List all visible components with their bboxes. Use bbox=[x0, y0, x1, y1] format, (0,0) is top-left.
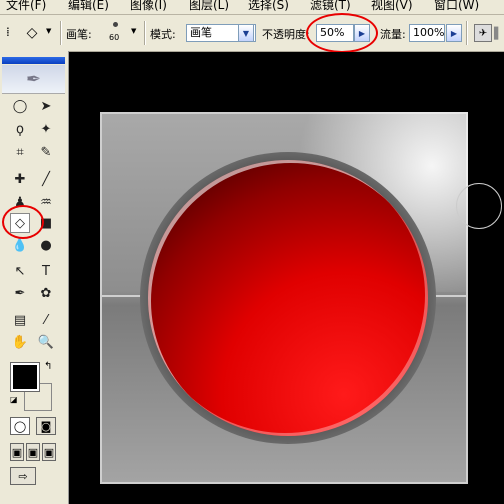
marquee-icon[interactable]: ◯ bbox=[10, 96, 30, 116]
feather-logo-icon: ✒ bbox=[2, 65, 65, 94]
toolbox: ✒ ◯ ➤ ϙ ✦ ⌗ ✎ ✚ ╱ ♟ ♒ ◇ ■ 💧 ● ↖ T ✒ ✿ ▤ … bbox=[0, 51, 69, 504]
brush-tip-icon bbox=[113, 22, 118, 27]
flow-slider-icon[interactable]: ▶ bbox=[446, 24, 462, 42]
mode-label: 模式: bbox=[150, 28, 176, 41]
flow-input[interactable]: 100% bbox=[409, 24, 445, 42]
quick-mask-icon[interactable]: ◙ bbox=[36, 417, 56, 435]
menu-edit[interactable]: 编辑(E) bbox=[68, 0, 109, 13]
hand-icon[interactable]: ✋ bbox=[10, 332, 30, 352]
brush-picker[interactable]: 60 bbox=[104, 22, 128, 48]
mode-value: 画笔 bbox=[190, 26, 212, 39]
menu-image[interactable]: 图像(I) bbox=[130, 0, 167, 13]
red-button bbox=[148, 160, 428, 436]
brush-icon[interactable]: ╱ bbox=[36, 169, 56, 189]
lasso-icon[interactable]: ϙ bbox=[10, 119, 30, 139]
type-icon[interactable]: T bbox=[36, 261, 56, 281]
zoom-icon[interactable]: 🔍 bbox=[36, 332, 56, 352]
airbrush-icon[interactable]: ✈ bbox=[474, 24, 492, 42]
menu-bar: 文件(F) 编辑(E) 图像(I) 图层(L) 选择(S) 滤镜(T) 视图(V… bbox=[0, 0, 504, 15]
toolbox-titlebar bbox=[2, 57, 65, 64]
eraser-icon[interactable]: ◇ bbox=[18, 21, 46, 45]
menu-file[interactable]: 文件(F) bbox=[6, 0, 46, 13]
notes-icon[interactable]: ▤ bbox=[10, 310, 30, 330]
brush-dropdown-icon[interactable]: ▼ bbox=[131, 27, 136, 35]
eyedropper-icon[interactable]: ⁄ bbox=[36, 310, 56, 330]
opacity-label: 不透明度: bbox=[262, 28, 310, 41]
dodge-icon[interactable]: ● bbox=[36, 235, 56, 255]
flow-label: 流量: bbox=[380, 28, 406, 41]
palette-well-icon[interactable]: ▌ bbox=[494, 27, 502, 40]
shape-icon[interactable]: ✿ bbox=[36, 283, 56, 303]
divider bbox=[144, 21, 146, 45]
screen-mode-full-icon[interactable]: ▣ bbox=[42, 443, 56, 461]
menu-filter[interactable]: 滤镜(T) bbox=[310, 0, 351, 13]
options-grip-icon: ⁞ bbox=[6, 25, 10, 39]
path-select-icon[interactable]: ↖ bbox=[10, 261, 30, 281]
foreground-color-swatch[interactable] bbox=[10, 362, 40, 392]
screen-mode-standard-icon[interactable]: ▣ bbox=[10, 443, 24, 461]
swap-colors-icon[interactable]: ↰ bbox=[44, 361, 52, 372]
options-bar: ⁞ ◇ ▼ 画笔: 60 ▼ 模式: 画笔 ▼ 不透明度: 50% ▶ 流量: … bbox=[0, 15, 504, 52]
menu-select[interactable]: 选择(S) bbox=[248, 0, 289, 13]
highlight-circle-opacity bbox=[306, 13, 378, 53]
document-canvas[interactable] bbox=[100, 112, 468, 484]
menu-view[interactable]: 视图(V) bbox=[371, 0, 413, 13]
divider bbox=[466, 21, 468, 45]
default-colors-icon[interactable]: ◪ bbox=[10, 395, 18, 404]
standard-mode-icon[interactable]: ◯ bbox=[10, 417, 30, 435]
highlight-circle-eraser bbox=[2, 205, 44, 239]
menu-layer[interactable]: 图层(L) bbox=[189, 0, 229, 13]
screen-mode-menu-icon[interactable]: ▣ bbox=[26, 443, 40, 461]
magic-wand-icon[interactable]: ✦ bbox=[36, 119, 56, 139]
jump-to-imageready-icon[interactable]: ⇨ bbox=[10, 467, 36, 485]
brush-size: 60 bbox=[109, 33, 120, 42]
healing-icon[interactable]: ✚ bbox=[10, 169, 30, 189]
slice-icon[interactable]: ✎ bbox=[36, 142, 56, 162]
pen-icon[interactable]: ✒ bbox=[10, 283, 30, 303]
move-icon[interactable]: ➤ bbox=[36, 96, 56, 116]
divider bbox=[60, 21, 62, 45]
history-brush-icon[interactable]: ♒ bbox=[36, 192, 56, 212]
crop-icon[interactable]: ⌗ bbox=[10, 142, 30, 162]
menu-window[interactable]: 窗口(W) bbox=[434, 0, 479, 13]
brush-label: 画笔: bbox=[66, 28, 92, 41]
mode-dropdown-icon[interactable]: ▼ bbox=[238, 24, 254, 42]
tool-preset-dropdown-icon[interactable]: ▼ bbox=[46, 27, 51, 35]
brush-cursor-icon bbox=[456, 183, 502, 229]
flow-value: 100% bbox=[413, 26, 445, 39]
